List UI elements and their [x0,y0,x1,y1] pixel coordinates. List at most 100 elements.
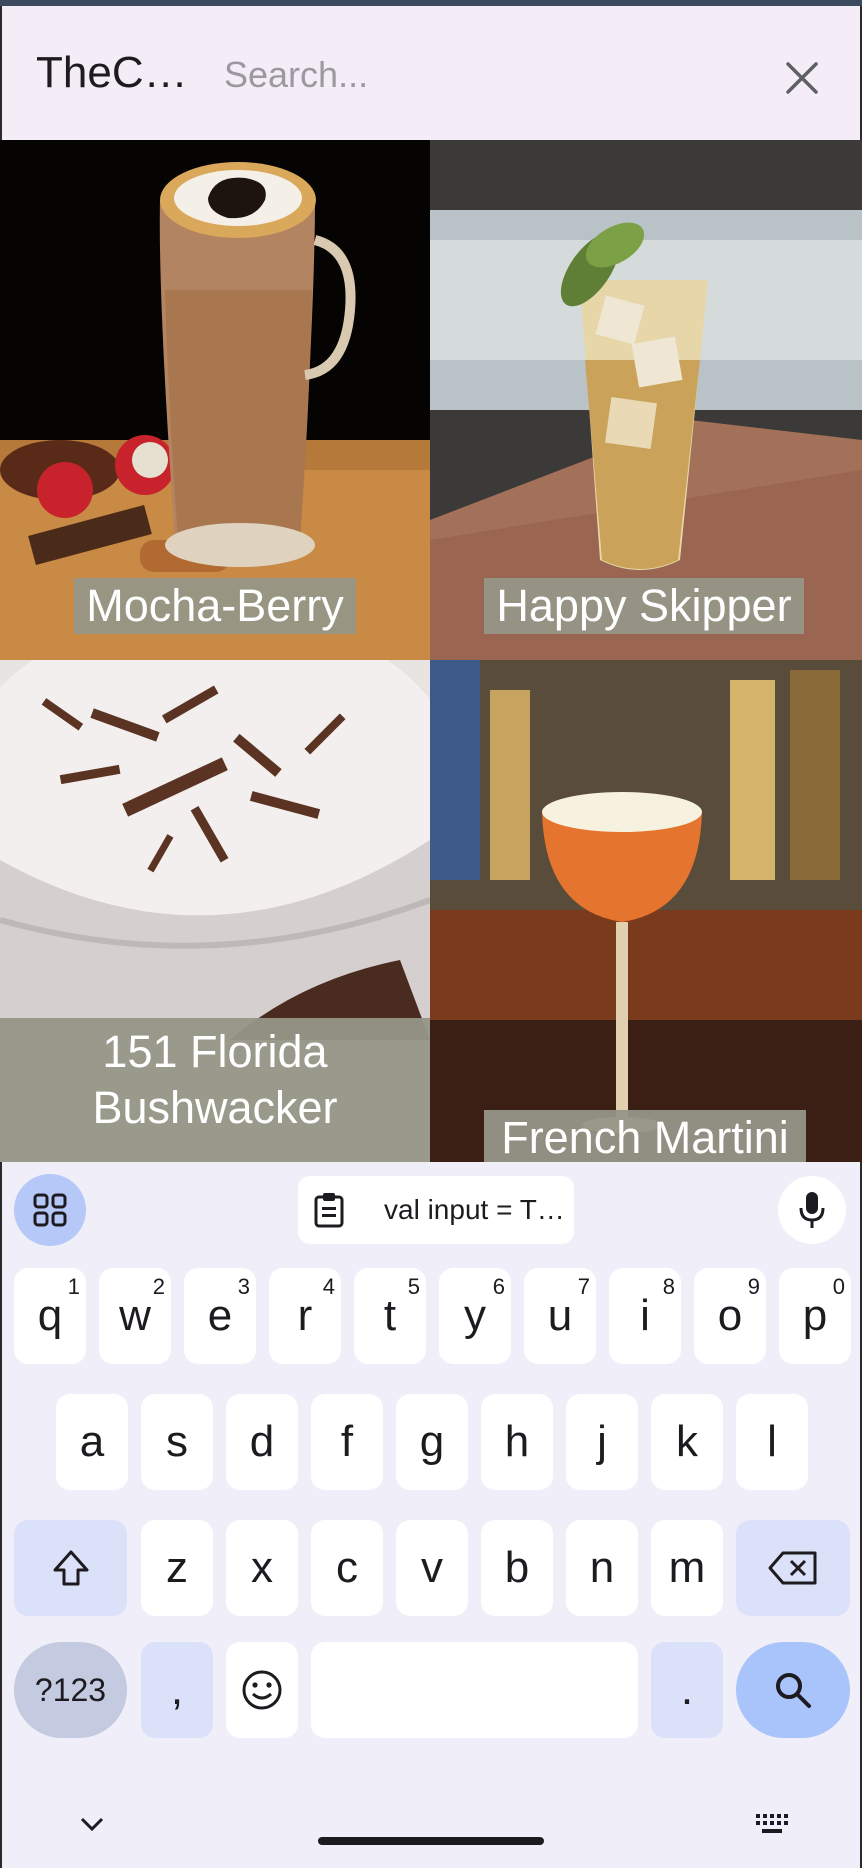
key-t[interactable]: t5 [354,1268,426,1364]
comma-key[interactable]: , [141,1642,213,1738]
search-key[interactable] [736,1642,850,1738]
switch-keyboard-button[interactable] [748,1800,796,1848]
clipboard-text: val input = T… [384,1194,565,1225]
backspace-key[interactable] [736,1520,850,1616]
key-u[interactable]: u7 [524,1268,596,1364]
chevron-down-icon [80,1817,104,1832]
key-v-label: v [421,1543,443,1592]
emoji-icon [242,1670,282,1710]
key-k-label: k [676,1417,698,1466]
drink-image [430,660,862,1162]
drink-tile-happy-skipper[interactable]: Happy Skipper [430,140,862,660]
key-x[interactable]: x [226,1520,298,1616]
key-l[interactable]: l [736,1394,808,1490]
key-j[interactable]: j [566,1394,638,1490]
key-u-hint: 7 [577,1274,590,1299]
key-o[interactable]: o9 [694,1268,766,1364]
key-c[interactable]: c [311,1520,383,1616]
key-g-label: g [419,1417,445,1466]
keyboard-apps-button[interactable] [14,1174,86,1246]
home-indicator[interactable] [318,1837,544,1845]
key-p-label: p [802,1291,828,1340]
key-e[interactable]: e3 [184,1268,256,1364]
voice-input-button[interactable] [778,1176,846,1244]
close-search-button[interactable] [772,48,832,108]
key-l-label: l [767,1417,777,1466]
comma-key-label: , [170,1665,184,1714]
key-u-label: u [547,1291,573,1340]
key-m[interactable]: m [651,1520,723,1616]
key-f[interactable]: f [311,1394,383,1490]
key-b-label: b [504,1543,530,1592]
key-z-label: z [166,1543,188,1592]
key-r-label: r [297,1291,313,1340]
key-n-label: n [589,1543,615,1592]
key-y-label: y [464,1291,486,1340]
emoji-key[interactable] [226,1642,298,1738]
backspace-icon [768,1551,817,1585]
key-s[interactable]: s [141,1394,213,1490]
space-key[interactable] [311,1642,638,1738]
key-i-hint: 8 [662,1274,675,1299]
key-s-label: s [166,1417,188,1466]
drink-tile-151-florida-bushwacker[interactable]: 151 Florida Bushwacker [0,660,430,1162]
key-x-label: x [251,1543,273,1592]
drink-name: Happy Skipper [484,578,804,634]
drink-tile-mocha-berry[interactable]: Mocha-Berry [0,140,430,660]
key-b[interactable]: b [481,1520,553,1616]
key-q-label: q [37,1291,63,1340]
key-g[interactable]: g [396,1394,468,1490]
symbols-key-label: ?123 [34,1671,107,1708]
key-t-label: t [383,1291,397,1340]
key-w-label: w [119,1291,151,1340]
key-r-hint: 4 [322,1274,335,1299]
clipboard-suggestion[interactable]: val input = T… [298,1176,574,1244]
key-o-hint: 9 [747,1274,760,1299]
key-y-hint: 6 [492,1274,505,1299]
key-k[interactable]: k [651,1394,723,1490]
shift-key[interactable] [14,1520,127,1616]
key-y[interactable]: y6 [439,1268,511,1364]
key-e-label: e [207,1291,233,1340]
apps-grid-icon [33,1193,67,1227]
close-icon [786,62,818,94]
key-d[interactable]: d [226,1394,298,1490]
key-p[interactable]: p0 [779,1268,851,1364]
key-m-label: m [668,1543,706,1592]
shift-icon [53,1550,88,1586]
drink-tile-french-martini[interactable]: French Martini [430,660,862,1162]
drink-name-line-1: 151 Florida [102,1026,328,1077]
key-d-label: d [249,1417,275,1466]
key-q[interactable]: q1 [14,1268,86,1364]
drink-name: Mocha-Berry [74,578,356,634]
key-w[interactable]: w2 [99,1268,171,1364]
soft-keyboard: val input = T… ?123 , . q 1 w 2 e 3 r 4 … [0,1162,862,1868]
clipboard-icon [314,1193,344,1228]
period-key[interactable]: . [651,1642,723,1738]
app-title: TheC… [36,48,188,97]
key-t-hint: 5 [407,1274,420,1299]
period-key-label: . [680,1665,694,1714]
key-q-hint: 1 [67,1274,80,1299]
search-icon [776,1673,811,1708]
key-v[interactable]: v [396,1520,468,1616]
key-j-label: j [597,1417,607,1466]
key-a[interactable]: a [56,1394,128,1490]
key-e-hint: 3 [237,1274,250,1299]
key-z[interactable]: z [141,1520,213,1616]
microphone-icon [799,1192,825,1228]
drink-name: French Martini [484,1110,806,1162]
key-i[interactable]: i8 [609,1268,681,1364]
key-f-label: f [340,1417,354,1466]
search-input[interactable] [222,46,746,104]
keyboard-icon [756,1814,788,1833]
key-n[interactable]: n [566,1520,638,1616]
collapse-keyboard-button[interactable] [68,1800,116,1848]
key-h[interactable]: h [481,1394,553,1490]
symbols-key[interactable]: ?123 [14,1642,127,1738]
drink-name: 151 Florida Bushwacker [0,1018,430,1162]
key-o-label: o [717,1291,743,1340]
key-h-label: h [504,1417,530,1466]
key-p-hint: 0 [832,1274,845,1299]
key-r[interactable]: r4 [269,1268,341,1364]
